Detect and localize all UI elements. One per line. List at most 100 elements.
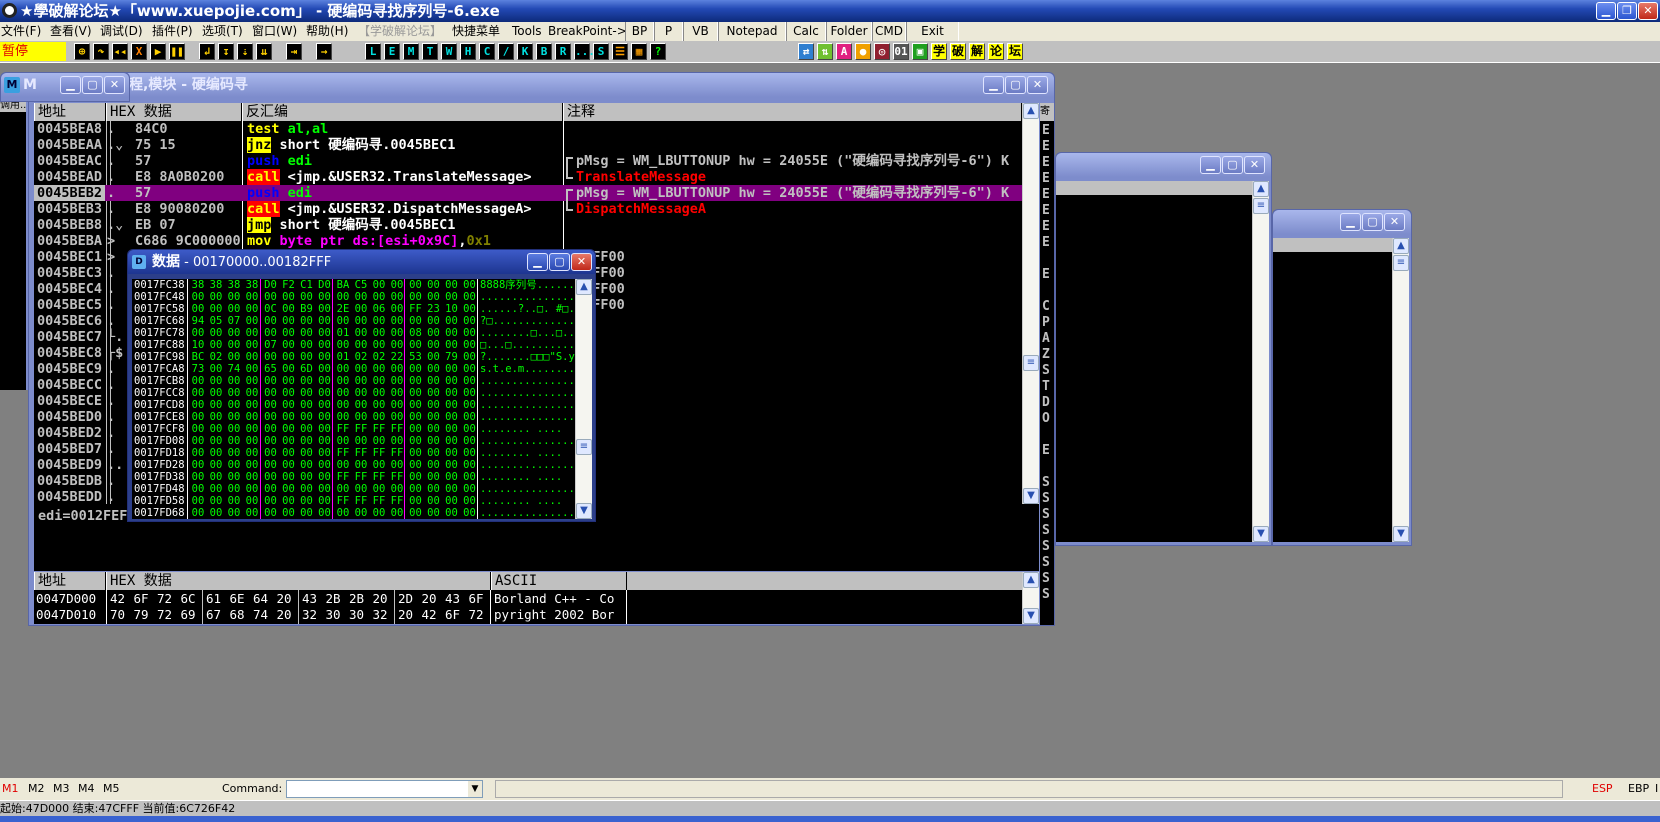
trace-over-icon[interactable]: ⇊ [256,43,272,60]
menu-shortcuts[interactable]: 快捷菜单 [452,22,500,41]
step-over-icon[interactable]: ↧ [218,43,234,60]
reg-ebp[interactable]: EBP [1628,778,1649,800]
view-6-button[interactable]: C [479,43,495,60]
view-10-button[interactable]: R [555,43,571,60]
dump-pane[interactable]: 0047D000 42 6F 72 6C 61 6E 64 20 43 2B 2B 20 2D 20 43 6F… [34,590,1022,624]
left-window-title-bar[interactable]: M M ▁ ▢ ✕ [1,73,129,97]
dump-window-row[interactable]: 0017FC48 00 00 00 00 00 00 00 00 00 00 00 00 00 00 00 00… [132,291,575,303]
w2-maximize-button[interactable]: ▢ [1222,156,1243,174]
dump-window-row[interactable]: 0017FD58 00 00 00 00 00 00 00 00 FF FF FF FF 00 00 00 00… [132,495,575,507]
scroll-up-icon[interactable]: ▲ [1023,103,1039,119]
dump-window-row[interactable]: 0017FD68 00 00 00 00 00 00 00 00 00 00 00 00 00 00 00 00… [132,507,575,519]
dump-window-pane[interactable]: 0017FC38 38 38 38 38 D0 F2 C1 D0 BA C5 00 00 00 00 00 00… [132,279,575,519]
cpu-maximize-button[interactable]: ▢ [1005,76,1026,94]
command-input[interactable]: ▼ [286,780,483,798]
w2-minimize-button[interactable]: ▁ [1200,156,1221,174]
list-icon[interactable]: ☰ [612,43,628,60]
col-hex[interactable]: HEX 数据 [106,103,242,121]
disasm-row[interactable]: 0045BEAC. 57 push edi pMsg = WM_LBUTTONUP h… [34,153,1022,169]
view-5-button[interactable]: H [460,43,476,60]
close-x-icon[interactable]: X [131,43,147,60]
window-2-scrollbar[interactable]: ▲ ≡ ▼ [1252,181,1269,542]
dump-col-ascii[interactable]: ASCII [491,572,627,590]
dump-col-hex[interactable]: HEX 数据 [106,572,491,590]
grid-icon[interactable]: ▦ [631,43,647,60]
dump-maximize-button[interactable]: ▢ [549,253,570,271]
menu-window[interactable]: 窗口(W) [252,22,297,41]
scroll-up-icon[interactable]: ▲ [576,279,592,295]
dump-window-row[interactable]: 0017FCD8 00 00 00 00 00 00 00 00 00 00 00 00 00 00 00 00… [132,399,575,411]
scroll-down-icon[interactable]: ▼ [576,503,592,519]
menu-plugins[interactable]: 插件(P) [152,22,193,41]
dump-window-row[interactable]: 0017FD18 00 00 00 00 00 00 00 00 FF FF FF FF 00 00 00 00… [132,447,575,459]
bp-button[interactable]: BP [625,22,654,41]
col-disasm[interactable]: 反汇编 [242,103,563,121]
view-4-button[interactable]: W [441,43,457,60]
menu-breakpoint[interactable]: BreakPoint-> [548,22,627,41]
restore-button[interactable]: ❐ [1617,2,1637,20]
forum-1-button[interactable]: 破 [950,43,966,60]
cmd-button[interactable]: CMD [872,22,906,41]
updown-icon[interactable]: ⇅ [817,43,833,60]
scroll-up-icon[interactable]: ▲ [1253,181,1269,197]
reg-i[interactable]: I [1655,778,1658,800]
trace-into-icon[interactable]: ⇣ [237,43,253,60]
run-icon[interactable]: ▶ [150,43,166,60]
disasm-row[interactable]: 0045BEA8. 84C0 test al,al [34,121,1022,137]
dump-window-row[interactable]: 0017FCA8 73 00 74 00 65 00 6D 00 00 00 00 00 00 00 00 00… [132,363,575,375]
close-button[interactable]: ✕ [1638,2,1658,20]
scroll-thumb[interactable]: ≡ [576,439,592,455]
scroll-thumb[interactable]: ≡ [1253,198,1269,214]
dump-window-row[interactable]: 0017FC78 00 00 00 00 00 00 00 00 01 00 00 00 08 00 00 00… [132,327,575,339]
view-0-button[interactable]: L [365,43,381,60]
monitor-icon[interactable]: ▣ [912,43,928,60]
dump-col-address[interactable]: 地址 [34,572,106,590]
menu-view[interactable]: 查看(V) [50,22,92,41]
menu-forum[interactable]: 【学破解论坛】 [358,22,442,41]
registers-pane[interactable]: 寄 EEEEEEEEECPAZSTDOESSSSSSSS [1040,103,1054,625]
minimize-button[interactable]: ▁ [1596,2,1616,20]
goto-icon[interactable]: → [316,43,332,60]
forum-2-button[interactable]: 解 [969,43,985,60]
scroll-down-icon[interactable]: ▼ [1023,488,1039,504]
dump-window-row[interactable]: 0017FC58 00 00 00 00 0C 00 B9 00 2E 00 06 00 FF 23 10 00… [132,303,575,315]
dump-window-title-bar[interactable]: D 数据 - 00170000..00182FFF ▁ ▢ ✕ [128,250,595,274]
dump-window-row[interactable]: 0017FC38 38 38 38 38 D0 F2 C1 D0 BA C5 00 00 00 00 00 00… [132,279,575,291]
rewind-icon[interactable]: ◂◂ [112,43,128,60]
mark-m5[interactable]: M5 [103,778,120,800]
disasm-row[interactable]: 0045BEB3. E8 90080200 call <jmp.&USER32.Di… [34,201,1022,217]
view-2-button[interactable]: M [403,43,419,60]
stop-circle-icon[interactable]: ● [855,43,871,60]
dump-window-row[interactable]: 0017FCF8 00 00 00 00 00 00 00 00 FF FF FF FF 00 00 00 00… [132,423,575,435]
window-3-pane[interactable] [1273,252,1392,542]
w2-close-button[interactable]: ✕ [1244,156,1265,174]
dump-window-row[interactable]: 0017FD48 00 00 00 00 00 00 00 00 00 00 00 00 00 00 00 00… [132,483,575,495]
view-1-button[interactable]: E [384,43,400,60]
forum-3-button[interactable]: 论 [988,43,1004,60]
dump-window-row[interactable]: 0017FCE8 00 00 00 00 00 00 00 00 00 00 00 00 00 00 00 00… [132,411,575,423]
scroll-down-icon[interactable]: ▼ [1023,608,1039,624]
scroll-up-icon[interactable]: ▲ [1023,572,1039,588]
cpu-window-title-bar[interactable]: 程,模块 - 硬编码寻 ▁ ▢ ✕ [29,73,1054,97]
dump-window-row[interactable]: 0017FD08 00 00 00 00 00 00 00 00 00 00 00 00 00 00 00 00… [132,435,575,447]
mark-m2[interactable]: M2 [28,778,45,800]
window-2-pane[interactable] [1056,195,1252,542]
help-icon[interactable]: ? [650,43,666,60]
window-3-title-bar[interactable]: ▁ ▢ ✕ [1273,210,1411,234]
w3-maximize-button[interactable]: ▢ [1362,213,1383,231]
disasm-row[interactable]: 0045BEAA .⌄ 75 15 jnz short 硬编码寻.0045BEC1 [34,137,1022,153]
dump-window-row[interactable]: 0017FCC8 00 00 00 00 00 00 00 00 00 00 00 00 00 00 00 00… [132,387,575,399]
dump-minimize-button[interactable]: ▁ [527,253,548,271]
scroll-thumb[interactable]: ≡ [1393,255,1409,271]
scroll-thumb[interactable]: ≡ [1023,355,1039,371]
disasm-row[interactable]: 0045BEAD. E8 8A0B0200 call <jmp.&USER32.Tr… [34,169,1022,185]
mark-m4[interactable]: M4 [78,778,95,800]
exit-button[interactable]: Exit [906,22,959,41]
view-7-button[interactable]: / [498,43,514,60]
dump-window-row[interactable]: 0017FC68 94 05 07 00 00 00 00 00 00 00 00 00 00 00 00 00… [132,315,575,327]
disasm-scrollbar[interactable]: ▲ ≡ ▼ [1022,103,1039,504]
view-9-button[interactable]: B [536,43,552,60]
restart-icon[interactable]: ↷ [93,43,109,60]
chevron-down-icon[interactable]: ▼ [468,781,482,797]
dump-window-row[interactable]: 0017FC98 BC 02 00 00 00 00 00 00 01 02 02 22 53 00 79 00… [132,351,575,363]
